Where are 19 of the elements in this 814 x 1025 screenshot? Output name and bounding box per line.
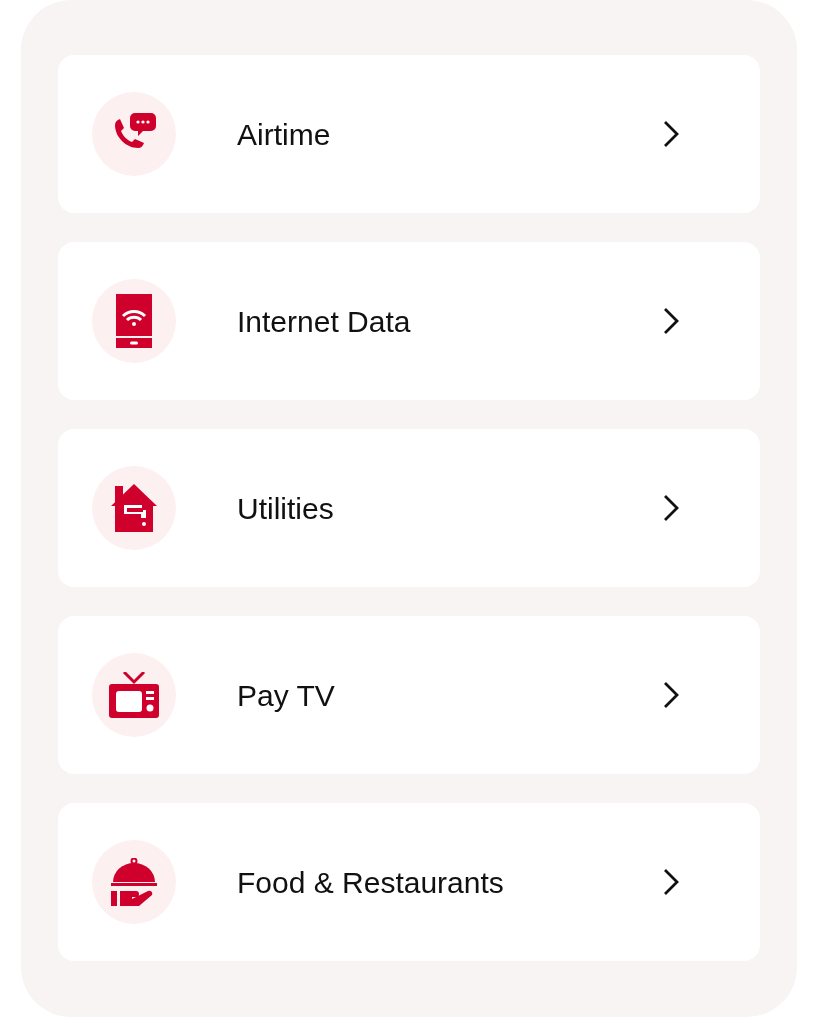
chevron-right-icon (662, 680, 680, 710)
service-label: Airtime (237, 116, 332, 153)
service-label: Utilities (237, 490, 335, 527)
chevron-right-icon (662, 867, 680, 897)
chevron-right-icon (662, 493, 680, 523)
service-item[interactable]: Pay TV (58, 616, 760, 774)
service-item[interactable]: Utilities (58, 429, 760, 587)
house-faucet-icon (111, 484, 157, 532)
service-label: Food & Restaurants (237, 864, 505, 901)
chevron-right-icon (662, 119, 680, 149)
chevron-right-icon (662, 306, 680, 336)
service-label: Pay TV (237, 677, 336, 714)
service-item[interactable]: Internet Data (58, 242, 760, 400)
service-item[interactable]: Food & Restaurants (58, 803, 760, 961)
television-icon (109, 672, 159, 718)
tablet-wifi-icon (115, 294, 153, 348)
service-label: Internet Data (237, 303, 412, 340)
service-item[interactable]: Airtime (58, 55, 760, 213)
serving-cloche-icon (109, 858, 159, 906)
